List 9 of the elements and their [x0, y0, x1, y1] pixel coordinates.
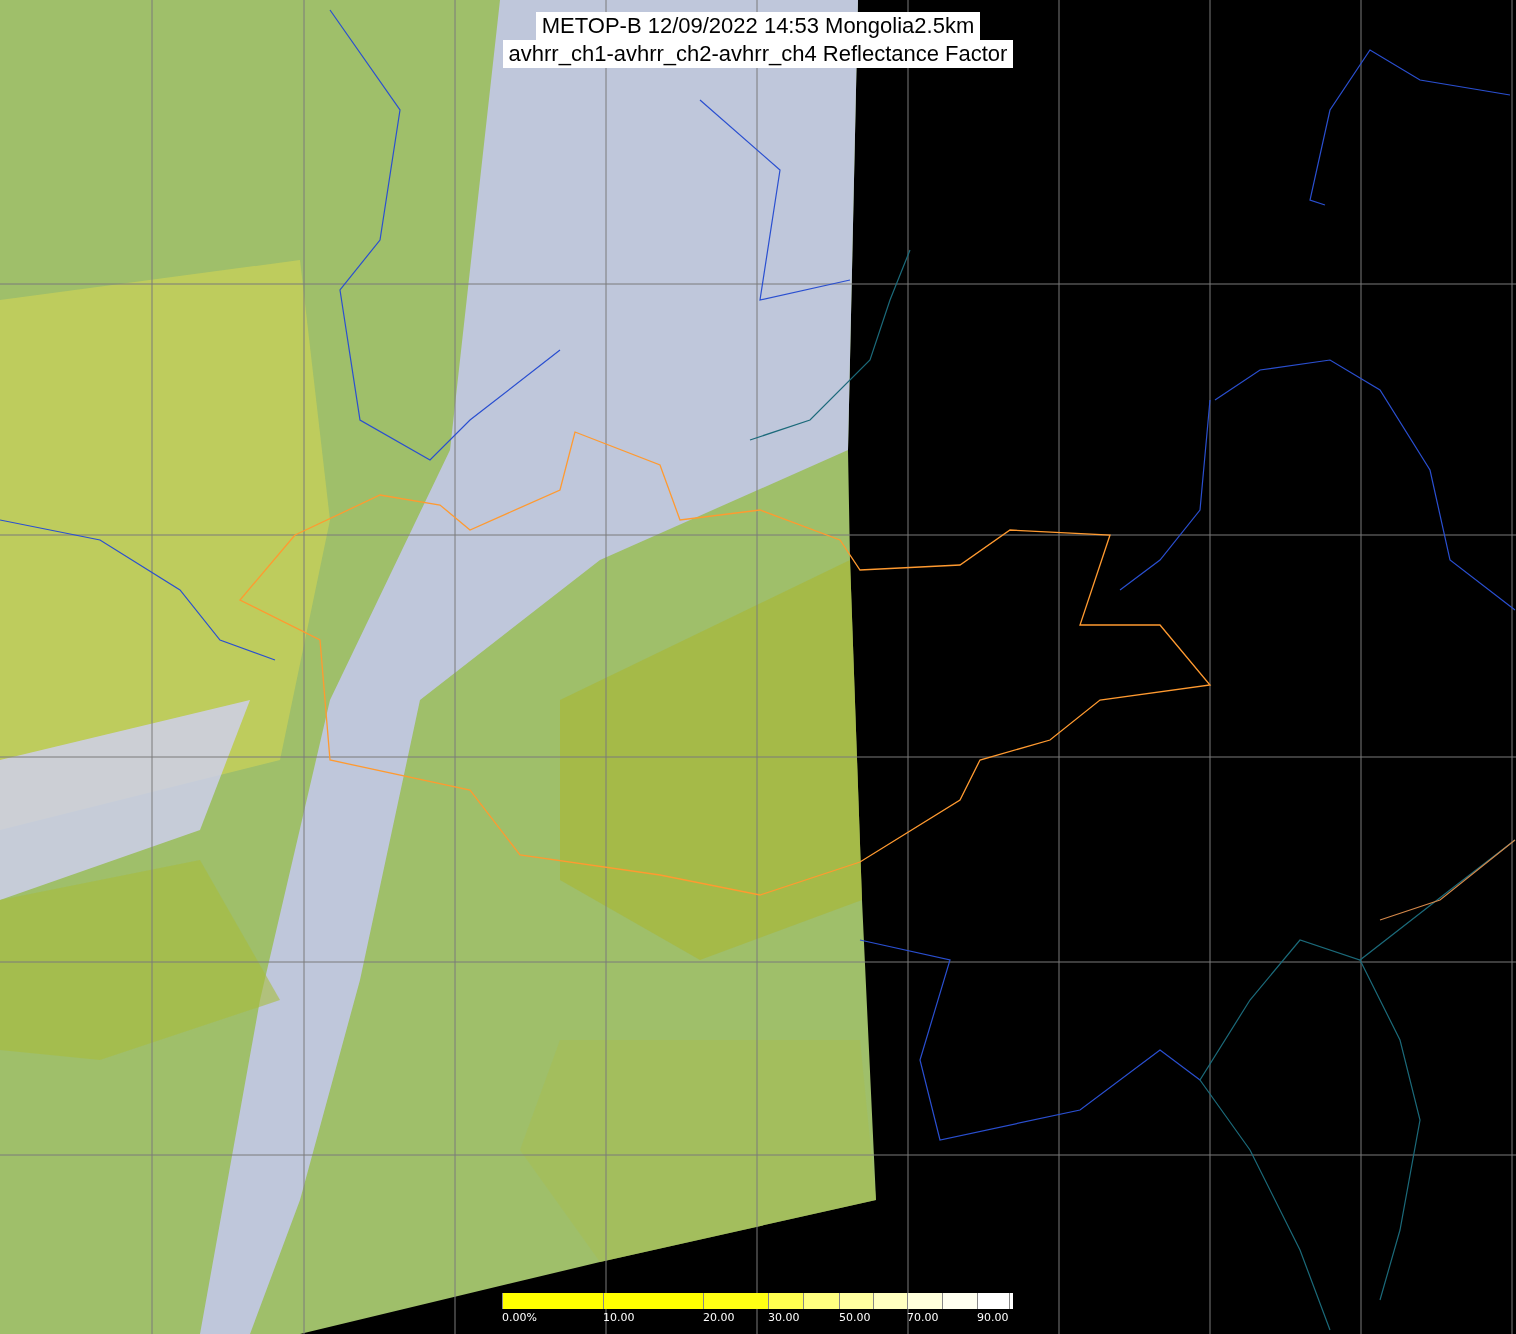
- map-title: avhrr_ch1-avhrr_ch2-avhrr_ch4 Reflectance Factor: [502, 40, 1014, 68]
- map-title: METOP-B 12/09/2022 14:53 Mongolia2.5km: [535, 12, 981, 40]
- colorbar-label: 10.00: [603, 1311, 636, 1325]
- colorbar-label: 90.00: [977, 1311, 1009, 1325]
- colorbar-label: 70.00: [907, 1311, 940, 1325]
- colorbar-label: 20.00: [703, 1311, 736, 1325]
- colorbar-label: 30.00: [768, 1311, 801, 1325]
- colorbar-label: 0.00%: [502, 1311, 538, 1325]
- colorbar-label: 50.00: [839, 1311, 872, 1325]
